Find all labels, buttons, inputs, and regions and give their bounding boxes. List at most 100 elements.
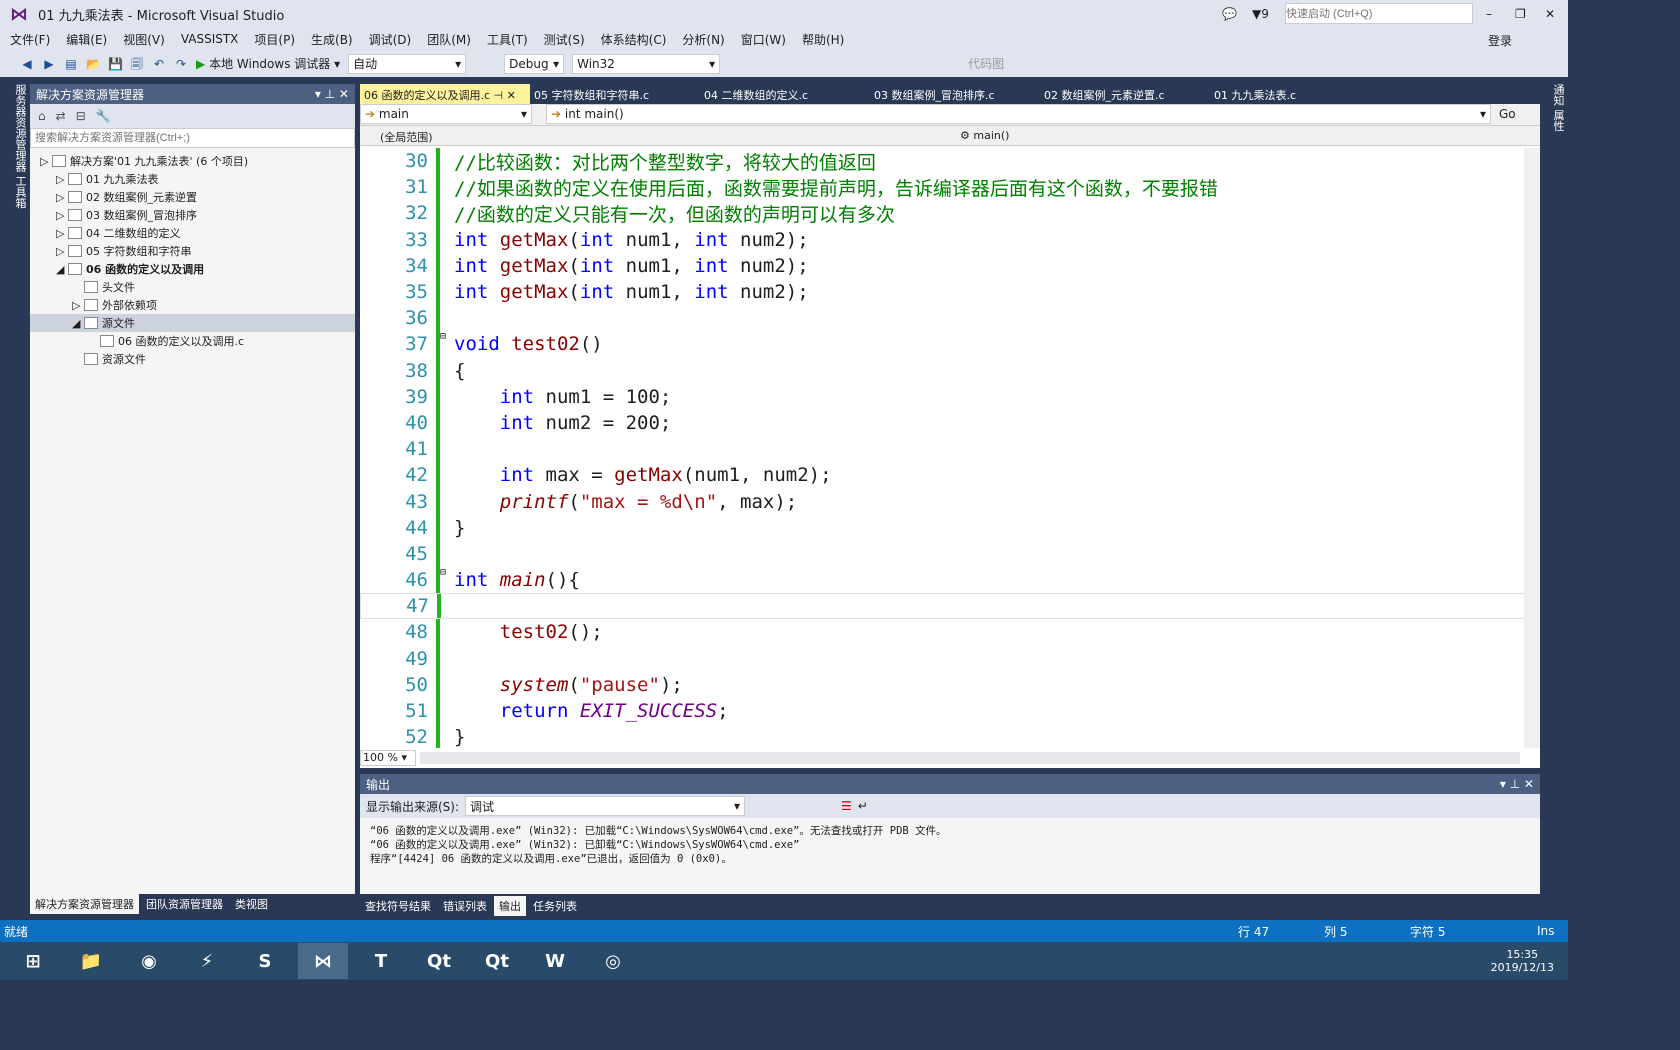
taskbar-app-icon[interactable]: W: [530, 943, 580, 979]
menu-item[interactable]: 编辑(E): [66, 31, 107, 48]
sync-icon[interactable]: ⇄: [56, 109, 66, 123]
menu-item[interactable]: 调试(D): [369, 31, 412, 48]
panel-tab[interactable]: 输出: [494, 896, 526, 916]
menu-item[interactable]: 项目(P): [254, 31, 295, 48]
clock[interactable]: 15:35 2019/12/13: [1491, 948, 1554, 974]
document-tab[interactable]: 04 二维数组的定义.c: [700, 84, 870, 104]
menu-item[interactable]: 窗口(W): [741, 31, 786, 48]
new-project-icon[interactable]: ▤: [64, 57, 78, 71]
panel-tab[interactable]: 错误列表: [438, 896, 492, 916]
taskbar-app-icon[interactable]: 📁: [66, 943, 116, 979]
panel-tab[interactable]: 类视图: [230, 894, 273, 914]
quick-launch-input[interactable]: [1285, 3, 1473, 24]
build-config-combo[interactable]: Debug ▾: [504, 53, 565, 74]
document-tab[interactable]: 05 字符数组和字符串.c: [530, 84, 700, 104]
taskbar-app-icon[interactable]: Qt: [472, 943, 522, 979]
output-text[interactable]: “06 函数的定义以及调用.exe” (Win32): 已加载“C:\Windo…: [360, 818, 1540, 872]
scope-combo[interactable]: (全局范围): [360, 126, 950, 145]
code-map-button[interactable]: 代码图: [968, 55, 1004, 72]
clear-all-icon[interactable]: ☰: [841, 799, 852, 813]
horizontal-scrollbar[interactable]: [420, 752, 1520, 764]
feedback-icon[interactable]: 💬: [1222, 7, 1237, 21]
tree-item[interactable]: 06 函数的定义以及调用.c: [30, 332, 355, 350]
taskbar-app-icon[interactable]: T: [356, 943, 406, 979]
menu-item[interactable]: 帮助(H): [802, 31, 844, 48]
panel-tab[interactable]: 查找符号结果: [360, 896, 436, 916]
menu-item[interactable]: 分析(N): [682, 31, 724, 48]
tree-item[interactable]: ◢ 源文件: [30, 314, 355, 332]
taskbar-app-icon[interactable]: ⋈: [298, 943, 348, 979]
forward-icon[interactable]: ▶: [42, 57, 56, 71]
vertical-scrollbar[interactable]: [1524, 148, 1540, 748]
menu-item[interactable]: VASSISTX: [181, 32, 239, 46]
output-source-combo[interactable]: 调试 ▾: [465, 796, 746, 816]
right-tool-strip[interactable]: 通知 属性: [1542, 84, 1566, 284]
menu-item[interactable]: 测试(S): [544, 31, 585, 48]
minimize-button[interactable]: –: [1486, 7, 1492, 21]
member-combo[interactable]: ⚙ main(): [950, 126, 1530, 145]
close-tab-icon[interactable]: ⊣ ✕: [490, 89, 516, 102]
expand-arrow-icon[interactable]: ▷: [40, 155, 52, 168]
expand-arrow-icon[interactable]: ▷: [56, 245, 68, 258]
tree-item[interactable]: ▷ 01 九九乘法表: [30, 170, 355, 188]
menu-item[interactable]: 文件(F): [10, 31, 50, 48]
tree-item[interactable]: ▷ 03 数组案例_冒泡排序: [30, 206, 355, 224]
notification-filter[interactable]: ▼9: [1252, 7, 1269, 21]
panel-tab[interactable]: 团队资源管理器: [141, 894, 228, 914]
tree-item[interactable]: ▷ 解决方案'01 九九乘法表' (6 个项目): [30, 152, 355, 170]
menu-item[interactable]: 团队(M): [427, 31, 471, 48]
left-tool-strip[interactable]: 服务器资源管理器 工具箱: [0, 78, 28, 918]
home-icon[interactable]: ⌂: [38, 109, 46, 123]
expand-arrow-icon[interactable]: ▷: [56, 173, 68, 186]
tree-item[interactable]: ▷ 04 二维数组的定义: [30, 224, 355, 242]
tree-item[interactable]: 资源文件: [30, 350, 355, 368]
taskbar-app-icon[interactable]: ⚡: [182, 943, 232, 979]
code-area[interactable]: 30 //比较函数：对比两个整型数字，将较大的值返回 31 //如果函数的定义在使用后…: [360, 148, 1525, 748]
taskbar-app-icon[interactable]: Qt: [414, 943, 464, 979]
tree-item[interactable]: 头文件: [30, 278, 355, 296]
start-debugger-button[interactable]: ▶ 本地 Windows 调试器 ▾: [196, 55, 340, 72]
menu-item[interactable]: 体系结构(C): [601, 31, 667, 48]
open-icon[interactable]: 📂: [86, 57, 101, 71]
undo-icon[interactable]: ↶: [152, 57, 166, 71]
save-icon[interactable]: 💾: [108, 57, 123, 71]
taskbar-app-icon[interactable]: S: [240, 943, 290, 979]
document-tab[interactable]: 06 函数的定义以及调用.c ⊣ ✕: [360, 84, 530, 104]
panel-tab[interactable]: 任务列表: [528, 896, 582, 916]
menu-item[interactable]: 工具(T): [487, 31, 528, 48]
document-tab[interactable]: 03 数组案例_冒泡排序.c: [870, 84, 1040, 104]
project-nav-combo[interactable]: ➔ main ▾: [360, 104, 532, 124]
go-button[interactable]: Go: [1499, 104, 1516, 125]
taskbar-app-icon[interactable]: ◉: [124, 943, 174, 979]
tree-item[interactable]: ◢ 06 函数的定义以及调用: [30, 260, 355, 278]
expand-arrow-icon[interactable]: ▷: [72, 299, 84, 312]
tree-item[interactable]: ▷ 02 数组案例_元素逆置: [30, 188, 355, 206]
zoom-combo[interactable]: 100 % ▾: [360, 750, 416, 766]
expand-arrow-icon[interactable]: ▷: [56, 191, 68, 204]
properties-icon[interactable]: 🔧: [96, 109, 111, 123]
expand-arrow-icon[interactable]: ◢: [56, 263, 68, 276]
panel-controls[interactable]: ▾ ⊥ ✕: [315, 87, 349, 101]
document-tab[interactable]: 02 数组案例_元素逆置.c: [1040, 84, 1210, 104]
word-wrap-icon[interactable]: ↵: [858, 799, 868, 813]
menu-item[interactable]: 生成(B): [311, 31, 353, 48]
output-panel-controls[interactable]: ▾ ⊥ ✕: [1500, 777, 1534, 791]
menu-item[interactable]: 视图(V): [123, 31, 165, 48]
back-icon[interactable]: ◀: [20, 57, 34, 71]
expand-arrow-icon[interactable]: ▷: [56, 209, 68, 222]
tree-item[interactable]: ▷ 外部依赖项: [30, 296, 355, 314]
function-nav-combo[interactable]: ➔ int main() ▾: [546, 104, 1491, 124]
expand-arrow-icon[interactable]: ▷: [56, 227, 68, 240]
collapse-icon[interactable]: ⊟: [76, 109, 86, 123]
document-tab[interactable]: 01 九九乘法表.c: [1210, 84, 1380, 104]
maximize-button[interactable]: ❐: [1515, 7, 1526, 21]
taskbar-app-icon[interactable]: ⊞: [8, 943, 58, 979]
tree-item[interactable]: ▷ 05 字符数组和字符串: [30, 242, 355, 260]
save-all-icon[interactable]: 🗐: [130, 57, 144, 71]
solution-search-input[interactable]: [30, 128, 355, 148]
login-link[interactable]: 登录: [1488, 32, 1512, 49]
solution-config-combo[interactable]: 自动 ▾: [348, 53, 467, 74]
close-button[interactable]: ✕: [1545, 7, 1555, 21]
platform-combo[interactable]: Win32 ▾: [572, 53, 721, 74]
panel-tab[interactable]: 解决方案资源管理器: [30, 894, 139, 914]
